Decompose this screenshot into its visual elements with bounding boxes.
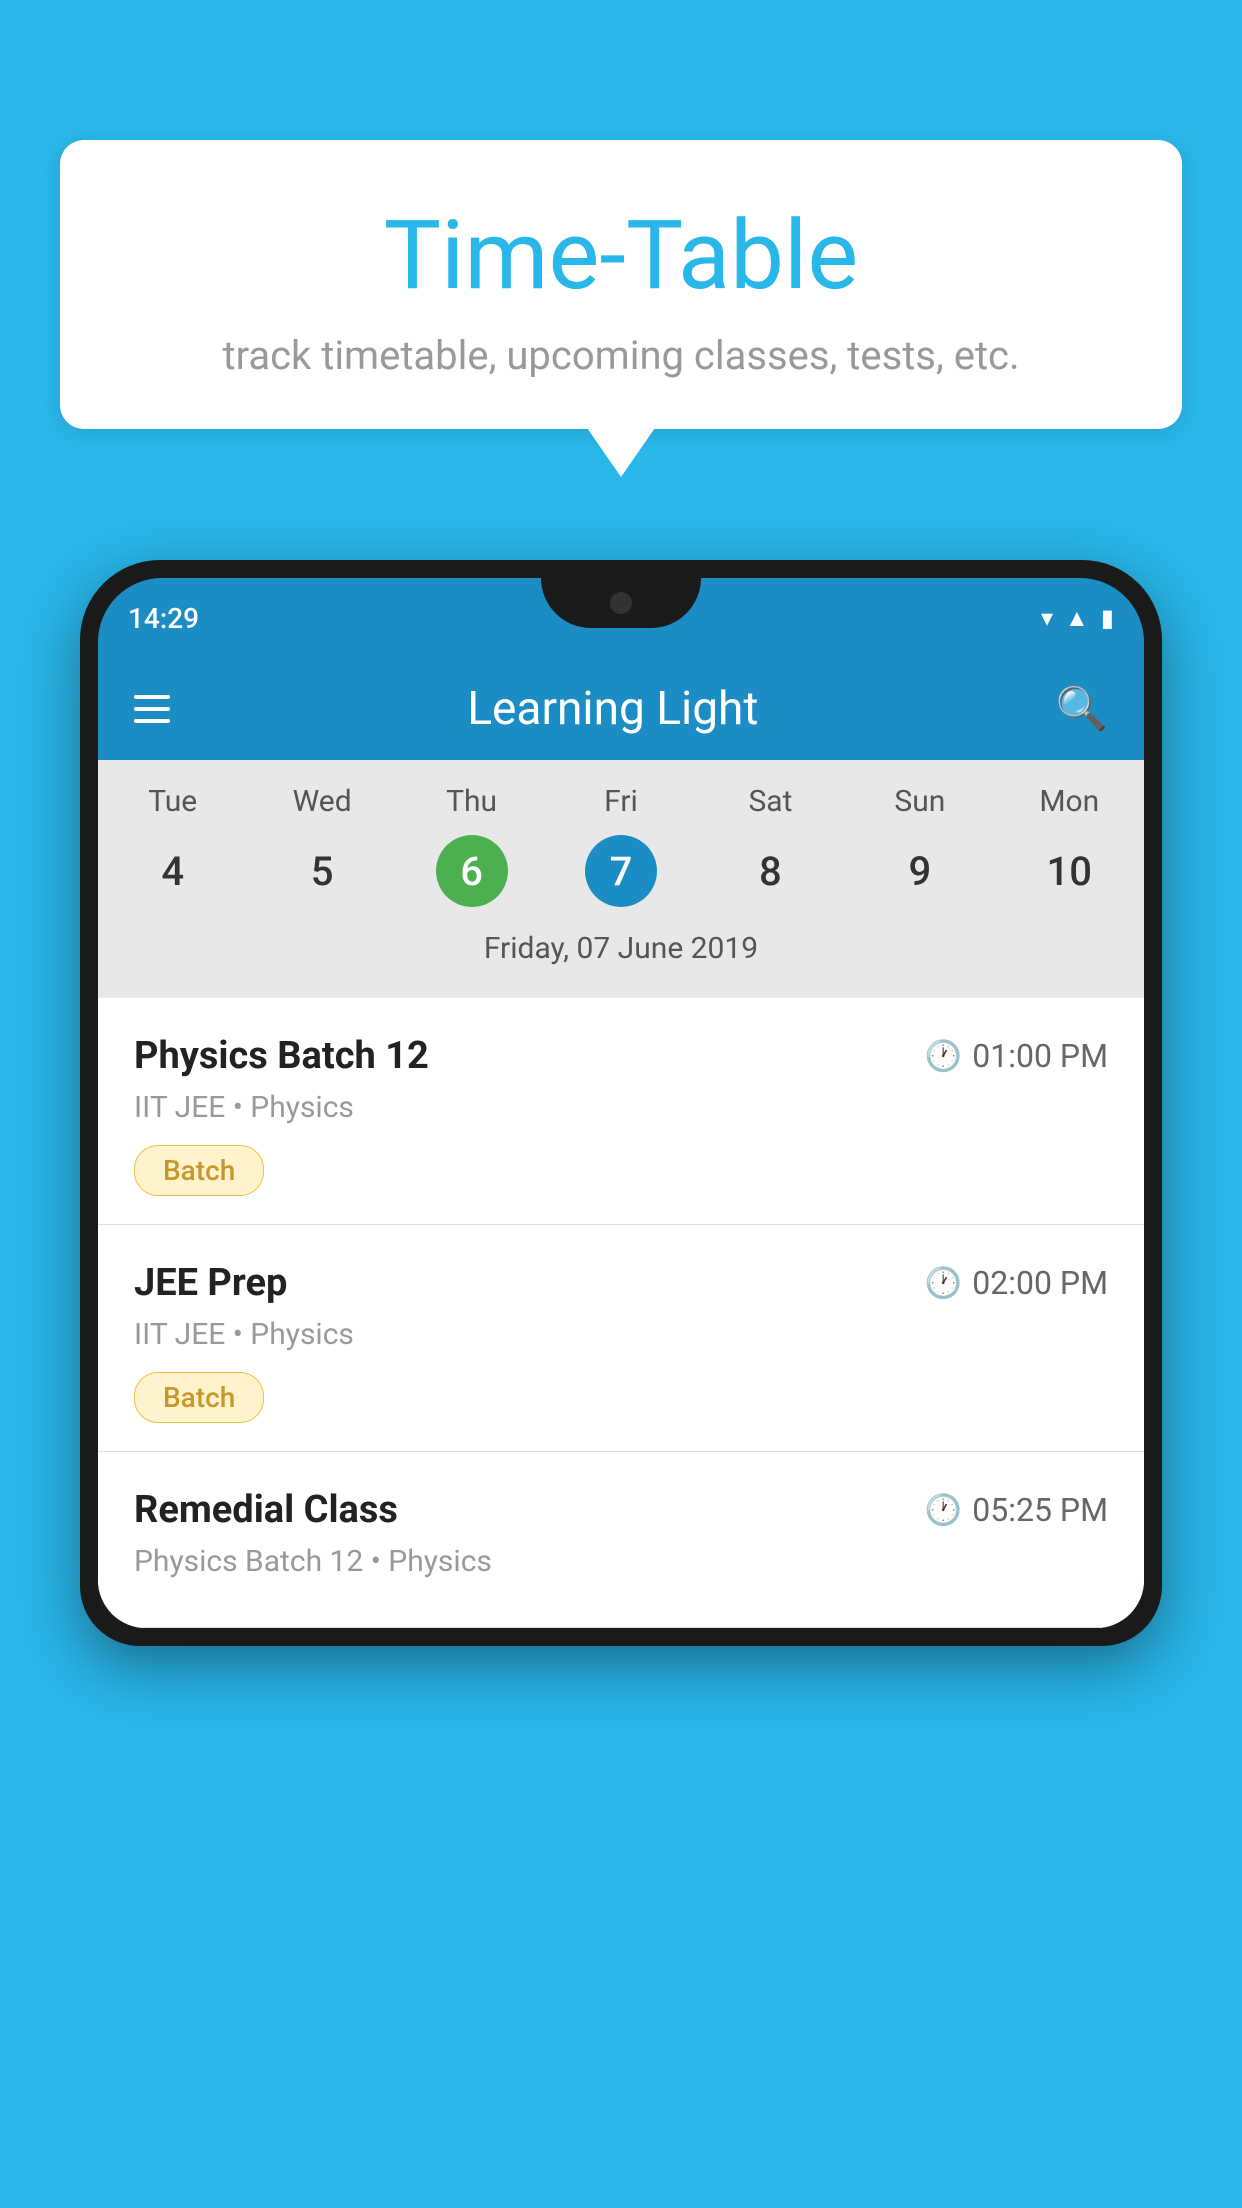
date-10[interactable]: 10 [995,835,1144,907]
day-fri[interactable]: Fri [546,784,695,819]
day-thu[interactable]: Thu [397,784,546,819]
subtitle: track timetable, upcoming classes, tests… [100,332,1142,379]
date-4[interactable]: 4 [98,835,247,907]
day-tue[interactable]: Tue [98,784,247,819]
day-sat[interactable]: Sat [696,784,845,819]
status-time: 14:29 [128,602,199,635]
schedule-time-1: 🕐 01:00 PM [925,1037,1108,1075]
date-9[interactable]: 9 [845,835,994,907]
date-8[interactable]: 8 [696,835,845,907]
time-value-3: 05:25 PM [972,1491,1108,1529]
clock-icon-1: 🕐 [925,1039,962,1074]
schedule-item-1-header: Physics Batch 12 🕐 01:00 PM [134,1034,1108,1078]
time-value-2: 02:00 PM [972,1264,1108,1302]
batch-badge-2: Batch [134,1372,264,1423]
day-numbers: 4 5 6 7 8 9 10 [98,835,1144,907]
schedule-time-3: 🕐 05:25 PM [925,1491,1108,1529]
time-value-1: 01:00 PM [972,1037,1108,1075]
date-7-selected[interactable]: 7 [585,835,657,907]
schedule-time-2: 🕐 02:00 PM [925,1264,1108,1302]
schedule-subtitle-3: Physics Batch 12 • Physics [134,1544,1108,1579]
status-icons: ▾ ▲ ▮ [1041,604,1114,633]
calendar-strip: Tue Wed Thu Fri Sat Sun Mon 4 5 6 7 8 9 … [98,760,1144,998]
schedule-subtitle-1: IIT JEE • Physics [134,1090,1108,1125]
schedule-item-3[interactable]: Remedial Class 🕐 05:25 PM Physics Batch … [98,1452,1144,1628]
menu-button[interactable] [134,695,170,723]
signal-icon: ▲ [1065,604,1089,633]
speech-bubble: Time-Table track timetable, upcoming cla… [60,140,1182,429]
schedule-item-2[interactable]: JEE Prep 🕐 02:00 PM IIT JEE • Physics Ba… [98,1225,1144,1452]
schedule-title-1: Physics Batch 12 [134,1034,429,1078]
schedule-item-3-header: Remedial Class 🕐 05:25 PM [134,1488,1108,1532]
app-title: Learning Light [467,682,758,736]
clock-icon-3: 🕐 [925,1493,962,1528]
day-mon[interactable]: Mon [995,784,1144,819]
search-icon[interactable]: 🔍 [1056,685,1108,734]
selected-date-label: Friday, 07 June 2019 [98,923,1144,982]
schedule-title-3: Remedial Class [134,1488,398,1532]
date-6-today[interactable]: 6 [436,835,508,907]
camera [610,592,632,614]
schedule-item-1[interactable]: Physics Batch 12 🕐 01:00 PM IIT JEE • Ph… [98,998,1144,1225]
phone-mockup: 14:29 ▾ ▲ ▮ Learning Light 🔍 [80,560,1162,2208]
batch-badge-1: Batch [134,1145,264,1196]
wifi-icon: ▾ [1041,604,1053,632]
schedule-title-2: JEE Prep [134,1261,287,1305]
date-5[interactable]: 5 [247,835,396,907]
schedule-list: Physics Batch 12 🕐 01:00 PM IIT JEE • Ph… [98,998,1144,1628]
status-bar: 14:29 ▾ ▲ ▮ [98,578,1144,658]
clock-icon-2: 🕐 [925,1266,962,1301]
schedule-item-2-header: JEE Prep 🕐 02:00 PM [134,1261,1108,1305]
phone-outer: 14:29 ▾ ▲ ▮ Learning Light 🔍 [80,560,1162,1646]
day-wed[interactable]: Wed [247,784,396,819]
day-sun[interactable]: Sun [845,784,994,819]
phone-notch [541,578,701,628]
day-headers: Tue Wed Thu Fri Sat Sun Mon [98,784,1144,819]
battery-icon: ▮ [1101,604,1114,632]
app-header: Learning Light 🔍 [98,658,1144,760]
speech-bubble-container: Time-Table track timetable, upcoming cla… [60,140,1182,429]
schedule-subtitle-2: IIT JEE • Physics [134,1317,1108,1352]
main-title: Time-Table [100,200,1142,312]
phone-screen: Learning Light 🔍 Tue Wed Thu Fri Sat Sun… [98,658,1144,1628]
